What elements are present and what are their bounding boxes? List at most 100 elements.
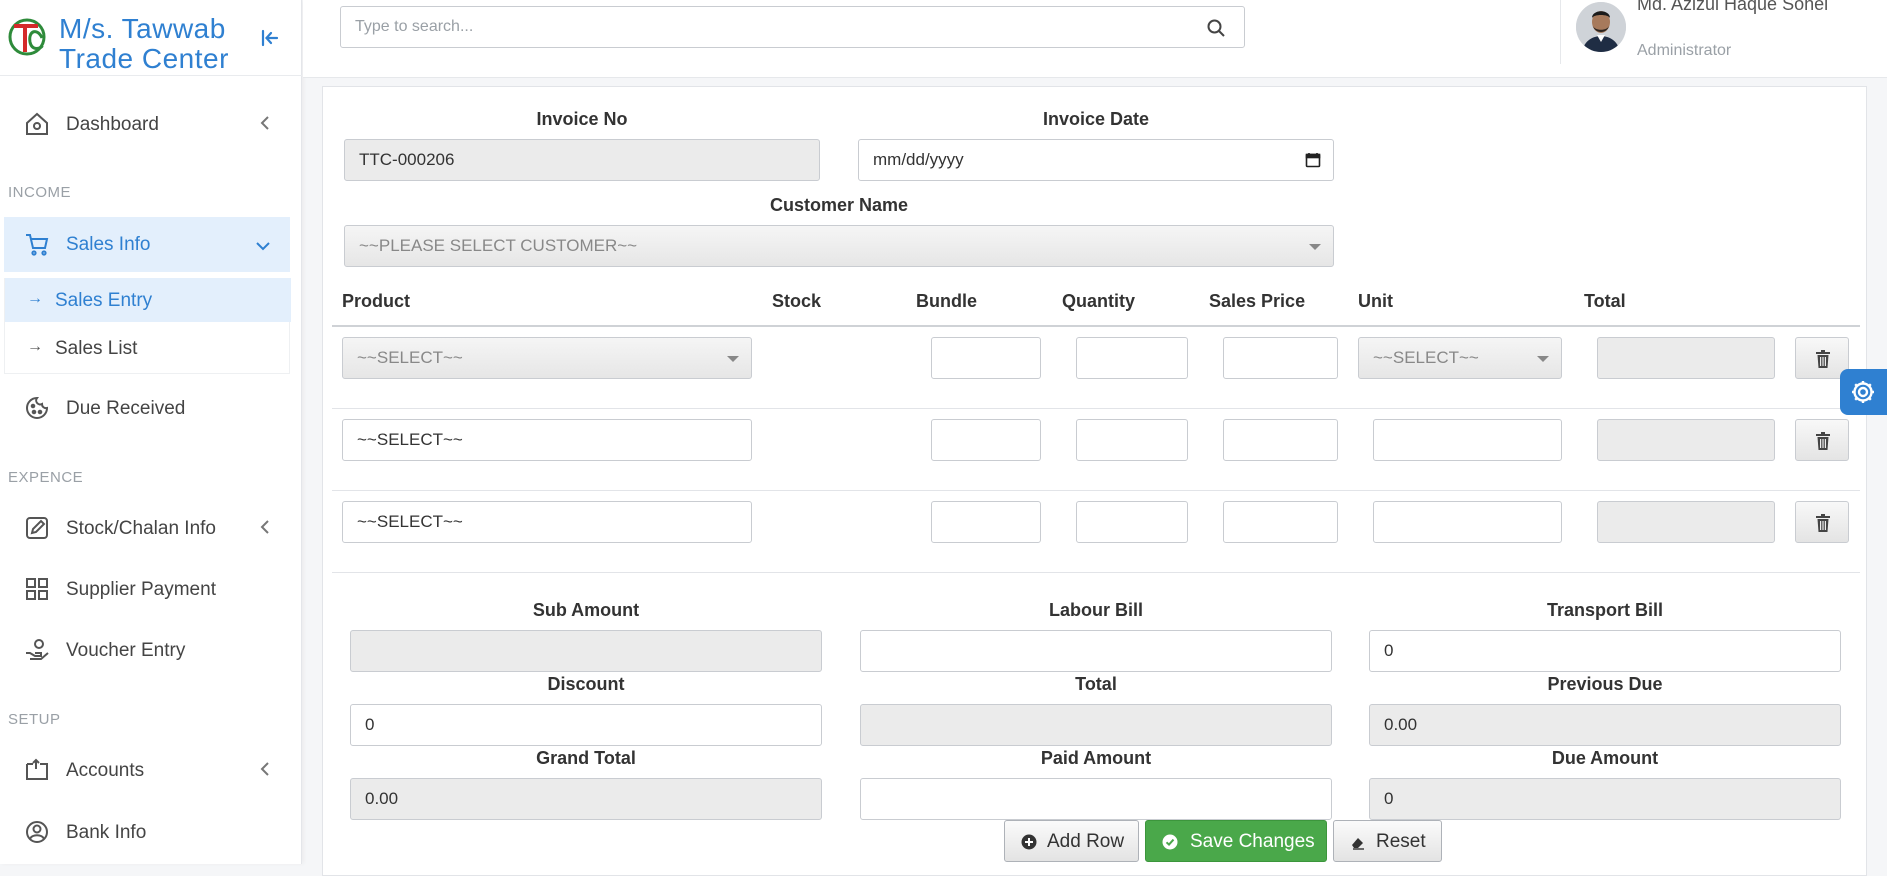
trash-icon: [1816, 350, 1830, 368]
row-total-field[interactable]: [1597, 501, 1775, 543]
unit-select-value: ~~SELECT~~: [1373, 348, 1479, 367]
dropdown-caret-icon: [1309, 244, 1321, 250]
delete-row-button[interactable]: [1795, 501, 1849, 543]
user-profile[interactable]: Md. Azizul Haque Sohel Administrator: [1560, 0, 1887, 64]
customer-select-value: ~~PLEASE SELECT CUSTOMER~~: [359, 236, 638, 255]
cookie-icon: [26, 396, 49, 419]
bundle-input[interactable]: [931, 501, 1041, 543]
sales-price-input[interactable]: [1223, 419, 1338, 461]
user-name: Md. Azizul Haque Sohel: [1637, 0, 1829, 14]
sidebar-item-stock-chalan[interactable]: Stock/Chalan Info: [4, 502, 290, 554]
sidebar-item-bank-info[interactable]: Bank Info: [4, 806, 290, 858]
product-select[interactable]: ~~SELECT~~: [342, 337, 752, 379]
paid-amount-input[interactable]: [860, 778, 1332, 820]
due-amount-field[interactable]: 0: [1369, 778, 1841, 820]
column-header-product: Product: [342, 291, 411, 311]
quantity-input[interactable]: [1076, 419, 1188, 461]
invoice-date-field[interactable]: mm/dd/yyyy: [858, 139, 1334, 181]
sidebar-item-voucher-entry[interactable]: Voucher Entry: [4, 624, 290, 676]
section-label-income: INCOME: [8, 184, 71, 201]
brand-logo: [8, 18, 46, 56]
chevron-left-icon: [260, 520, 269, 534]
labour-bill-label: Labour Bill: [1049, 600, 1143, 620]
sub-amount-label: Sub Amount: [532, 600, 640, 620]
search-input[interactable]: [355, 16, 1175, 38]
reset-button[interactable]: Reset: [1333, 820, 1442, 862]
product-select[interactable]: ~~SELECT~~: [342, 501, 752, 543]
collapse-sidebar-icon[interactable]: [258, 26, 282, 50]
delete-row-button[interactable]: [1795, 419, 1849, 461]
unit-input[interactable]: [1373, 501, 1562, 543]
sales-price-input[interactable]: [1223, 337, 1338, 379]
bundle-input[interactable]: [931, 419, 1041, 461]
plus-circle-icon: [1021, 834, 1037, 850]
sidebar-item-label: Dashboard: [66, 114, 159, 135]
sales-submenu: → Sales Entry → Sales List: [4, 278, 291, 374]
brand-name-line1: M/s. Tawwab: [59, 13, 226, 44]
arrow-right-icon: →: [27, 338, 43, 355]
sidebar-item-dashboard[interactable]: Dashboard: [4, 98, 290, 150]
sidebar-item-sales-list[interactable]: → Sales List: [5, 326, 291, 370]
total-field[interactable]: [860, 704, 1332, 746]
row-divider: [332, 408, 1860, 409]
sidebar-item-due-received[interactable]: Due Received: [4, 382, 290, 434]
column-header-quantity: Quantity: [1062, 291, 1136, 311]
section-label-expence: EXPENCE: [8, 469, 84, 486]
labour-bill-input[interactable]: [860, 630, 1332, 672]
row-divider: [332, 490, 1860, 491]
sidebar-item-label: Due Received: [66, 398, 186, 419]
column-header-bundle: Bundle: [916, 291, 977, 311]
chevron-left-icon: [260, 116, 269, 130]
sidebar-item-label: Bank Info: [66, 822, 147, 843]
unit-select[interactable]: ~~SELECT~~: [1358, 337, 1562, 379]
sidebar-item-accounts[interactable]: Accounts: [4, 744, 290, 796]
sidebar-item-label: Supplier Payment: [66, 579, 216, 600]
avatar[interactable]: [1576, 2, 1626, 52]
column-header-total: Total: [1584, 291, 1626, 311]
sales-price-input[interactable]: [1223, 501, 1338, 543]
section-label-setup: SETUP: [8, 711, 61, 728]
cart-icon: [26, 234, 49, 256]
settings-tab[interactable]: [1840, 369, 1887, 415]
save-changes-button[interactable]: Save Changes: [1145, 820, 1327, 862]
user-circle-icon: [26, 821, 48, 843]
quantity-input[interactable]: [1076, 501, 1188, 543]
sidebar-item-sales-entry[interactable]: → Sales Entry: [5, 278, 291, 322]
discount-input[interactable]: 0: [350, 704, 822, 746]
product-select[interactable]: ~~SELECT~~: [342, 419, 752, 461]
search-icon[interactable]: [1206, 18, 1226, 38]
row-total-field[interactable]: [1597, 419, 1775, 461]
brand-header: M/s. Tawwab Trade Center: [0, 0, 302, 76]
sidebar-item-supplier-payment[interactable]: Supplier Payment: [4, 563, 290, 615]
due-amount-label: Due Amount: [1551, 748, 1659, 768]
grand-total-field[interactable]: 0.00: [350, 778, 822, 820]
sidebar-item-sales-info[interactable]: Sales Info: [4, 217, 290, 272]
customer-select[interactable]: ~~PLEASE SELECT CUSTOMER~~: [344, 225, 1334, 267]
invoice-no-label: Invoice No: [536, 109, 628, 129]
column-header-unit: Unit: [1358, 291, 1393, 311]
sub-amount-field[interactable]: [350, 630, 822, 672]
invoice-date-label: Invoice Date: [1042, 109, 1150, 129]
chevron-down-icon: [256, 242, 270, 251]
paid-amount-label: Paid Amount: [1040, 748, 1152, 768]
total-label: Total: [1075, 674, 1117, 694]
add-row-button[interactable]: Add Row: [1004, 820, 1139, 862]
invoice-no-field[interactable]: TTC-000206: [344, 139, 820, 181]
transport-bill-label: Transport Bill: [1546, 600, 1663, 620]
gear-icon: [1852, 381, 1874, 403]
brand-name-line2: Trade Center: [59, 43, 229, 74]
invoice-date-placeholder: mm/dd/yyyy: [873, 150, 964, 169]
quantity-input[interactable]: [1076, 337, 1188, 379]
discount-label: Discount: [547, 674, 625, 694]
row-total-field[interactable]: [1597, 337, 1775, 379]
calendar-icon[interactable]: [1305, 152, 1321, 168]
unit-input[interactable]: [1373, 419, 1562, 461]
sidebar-item-label: Sales List: [55, 338, 138, 359]
sidebar: M/s. Tawwab Trade Center Dashboard INCOM…: [0, 0, 302, 864]
user-role: Administrator: [1637, 42, 1732, 59]
transport-bill-input[interactable]: 0: [1369, 630, 1841, 672]
home-icon: [26, 112, 48, 135]
accounts-icon: [26, 758, 48, 780]
bundle-input[interactable]: [931, 337, 1041, 379]
previous-due-field[interactable]: 0.00: [1369, 704, 1841, 746]
